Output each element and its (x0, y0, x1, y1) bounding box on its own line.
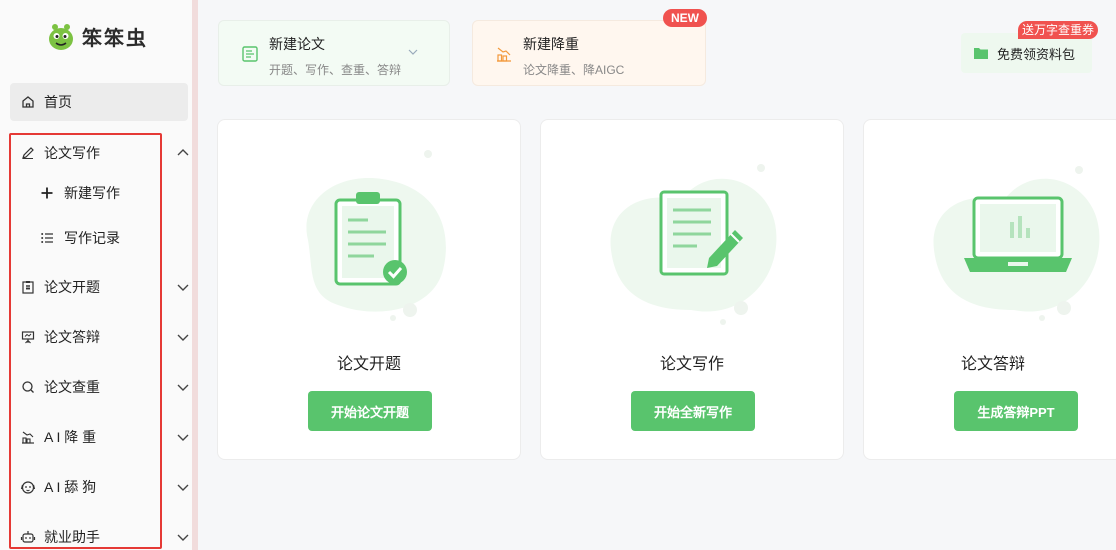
feature-title: 论文写作 (659, 356, 724, 373)
clipboard-check-illustration (306, 150, 446, 321)
chart-icon (497, 47, 511, 62)
sidebar-item-label: 就业助手 (44, 529, 100, 545)
folder-icon (974, 48, 988, 59)
new-reduce-card[interactable]: 新建降重 论文降重、降AIGC (472, 20, 706, 86)
sidebar-item-home[interactable]: 首页 (10, 83, 188, 121)
sidebar-item-label: A I 舔 狗 (44, 479, 97, 495)
presentation-icon (20, 329, 36, 345)
sidebar: 笨笨虫 首页 论文写作 新建写作 写作记录 论文开题 论文答辩 论文查重 A I… (0, 0, 192, 550)
plus-icon (40, 186, 54, 200)
sidebar-item-label: 论文写作 (44, 145, 100, 161)
free-pack-button[interactable]: 免费领资料包 (961, 33, 1092, 73)
sidebar-item-plagiarism-check[interactable]: 论文查重 (10, 368, 190, 406)
chevron-down-icon[interactable] (176, 480, 190, 494)
pencil-icon (20, 145, 36, 161)
sidebar-item-label: 论文答辩 (44, 329, 100, 345)
feature-title: 论文开题 (336, 356, 401, 373)
laptop-chart-illustration (933, 166, 1100, 321)
chevron-up-icon[interactable] (176, 146, 190, 160)
feature-card-writing[interactable]: 论文写作 开始全新写作 (540, 119, 844, 460)
sidebar-item-label: 论文开题 (44, 279, 100, 295)
sidebar-subitem-new-writing[interactable]: 新建写作 (40, 178, 120, 208)
card-title: 新建论文 (269, 36, 325, 52)
sidebar-item-job-assistant[interactable]: 就业助手 (10, 518, 190, 550)
dog-icon (20, 479, 36, 495)
sidebar-subitem-label: 写作记录 (64, 230, 120, 246)
card-subtitle: 论文降重、降AIGC (523, 63, 625, 77)
chevron-down-icon[interactable] (176, 330, 190, 344)
generate-ppt-button[interactable]: 生成答辩PPT (954, 391, 1078, 431)
card-title: 新建降重 (523, 36, 579, 52)
brand-name: 笨笨虫 (82, 26, 148, 50)
list-icon (40, 231, 54, 245)
chevron-down-icon[interactable] (407, 46, 419, 58)
chart-down-icon (20, 429, 36, 445)
bug-mascot-icon (49, 23, 73, 50)
sidebar-item-proposal[interactable]: 论文开题 (10, 268, 190, 306)
sidebar-subitem-label: 新建写作 (64, 185, 120, 201)
sidebar-divider (192, 0, 198, 550)
sidebar-item-ai-reduce[interactable]: A I 降 重 (10, 418, 190, 456)
sidebar-item-label: 首页 (44, 94, 72, 110)
clipboard-icon (20, 279, 36, 295)
chevron-down-icon[interactable] (176, 430, 190, 444)
home-icon (20, 94, 36, 110)
free-pack-label: 免费领资料包 (997, 46, 1076, 62)
start-writing-button[interactable]: 开始全新写作 (631, 391, 755, 431)
feature-card-defense[interactable]: 论文答辩 生成答辩PPT (863, 119, 1116, 460)
document-icon (242, 46, 258, 62)
chevron-down-icon[interactable] (176, 530, 190, 544)
start-proposal-button[interactable]: 开始论文开题 (308, 391, 432, 431)
new-badge: NEW (663, 9, 707, 27)
coupon-badge: 送万字查重券 (1018, 21, 1099, 39)
feature-title: 论文答辩 (960, 356, 1025, 373)
sidebar-item-paper-writing[interactable]: 论文写作 (10, 134, 190, 172)
chevron-down-icon[interactable] (176, 280, 190, 294)
feature-card-proposal[interactable]: 论文开题 开始论文开题 (217, 119, 521, 460)
new-paper-card[interactable]: 新建论文 开题、写作、查重、答辩 (218, 20, 450, 86)
logo[interactable]: 笨笨虫 (48, 22, 148, 51)
search-icon (20, 379, 36, 395)
sidebar-item-label: 论文查重 (44, 379, 100, 395)
sidebar-item-defense[interactable]: 论文答辩 (10, 318, 190, 356)
document-pen-illustration (610, 164, 777, 325)
robot-icon (20, 529, 36, 545)
sidebar-item-ai-lick[interactable]: A I 舔 狗 (10, 468, 190, 506)
sidebar-subitem-writing-records[interactable]: 写作记录 (40, 223, 120, 253)
sidebar-item-label: A I 降 重 (44, 429, 97, 445)
card-subtitle: 开题、写作、查重、答辩 (269, 63, 402, 77)
chevron-down-icon[interactable] (176, 380, 190, 394)
